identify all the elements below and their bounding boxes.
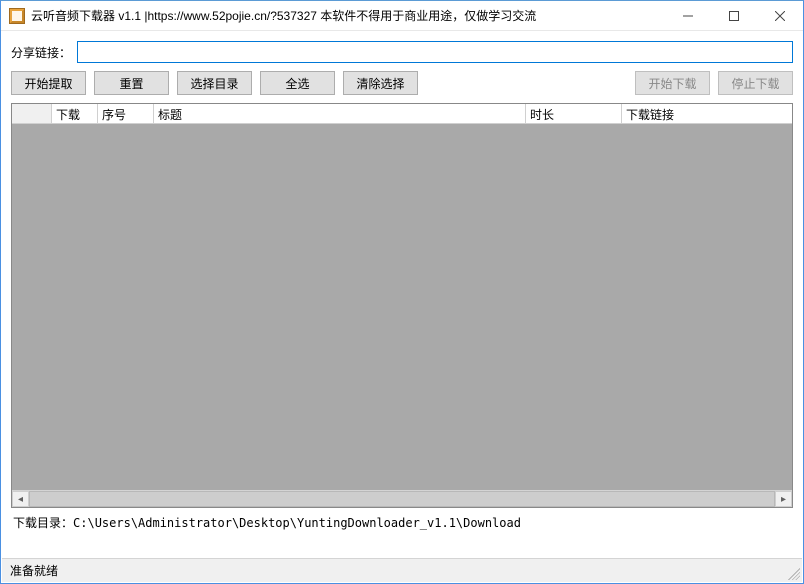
extract-button[interactable]: 开始提取 bbox=[11, 71, 86, 95]
download-path-value: C:\Users\Administrator\Desktop\YuntingDo… bbox=[73, 516, 521, 530]
toolbar: 开始提取 重置 选择目录 全选 清除选择 开始下载 停止下载 bbox=[11, 71, 793, 95]
toolbar-spacer bbox=[426, 71, 627, 95]
scroll-track[interactable] bbox=[29, 491, 775, 507]
minimize-button[interactable] bbox=[665, 1, 711, 30]
start-download-button[interactable]: 开始下载 bbox=[635, 71, 710, 95]
status-text: 准备就绪 bbox=[10, 562, 58, 579]
select-all-button[interactable]: 全选 bbox=[260, 71, 335, 95]
share-input[interactable] bbox=[77, 41, 793, 63]
col-index[interactable]: 序号 bbox=[98, 104, 154, 123]
share-row: 分享链接： bbox=[11, 41, 793, 63]
clear-selection-button[interactable]: 清除选择 bbox=[343, 71, 418, 95]
reset-button[interactable]: 重置 bbox=[94, 71, 169, 95]
col-download[interactable]: 下载 bbox=[52, 104, 98, 123]
content-area: 分享链接： 开始提取 重置 选择目录 全选 清除选择 开始下载 停止下载 下载 … bbox=[1, 31, 803, 541]
data-grid[interactable]: 下载 序号 标题 时长 下载链接 ◂ ▸ bbox=[11, 103, 793, 508]
maximize-button[interactable] bbox=[711, 1, 757, 30]
titlebar: 云听音频下载器 v1.1 |https://www.52pojie.cn/?53… bbox=[1, 1, 803, 31]
app-icon bbox=[9, 8, 25, 24]
download-path-label: 下载目录： bbox=[13, 516, 73, 530]
stop-download-button[interactable]: 停止下载 bbox=[718, 71, 793, 95]
col-duration[interactable]: 时长 bbox=[526, 104, 622, 123]
choose-dir-button[interactable]: 选择目录 bbox=[177, 71, 252, 95]
col-rowheader[interactable] bbox=[12, 104, 52, 123]
status-bar: 准备就绪 bbox=[2, 558, 802, 582]
scroll-right-button[interactable]: ▸ bbox=[775, 491, 792, 507]
window-buttons bbox=[665, 1, 803, 30]
close-button[interactable] bbox=[757, 1, 803, 30]
scroll-left-button[interactable]: ◂ bbox=[12, 491, 29, 507]
download-path-row: 下载目录：C:\Users\Administrator\Desktop\Yunt… bbox=[11, 508, 793, 541]
resize-grip-icon[interactable] bbox=[788, 568, 800, 580]
window-title: 云听音频下载器 v1.1 |https://www.52pojie.cn/?53… bbox=[31, 7, 665, 24]
grid-hscrollbar[interactable]: ◂ ▸ bbox=[12, 490, 792, 507]
grid-body bbox=[12, 124, 792, 490]
scroll-thumb[interactable] bbox=[29, 491, 775, 507]
share-label: 分享链接： bbox=[11, 44, 71, 61]
col-title[interactable]: 标题 bbox=[154, 104, 526, 123]
col-link[interactable]: 下载链接 bbox=[622, 104, 792, 123]
grid-header: 下载 序号 标题 时长 下载链接 bbox=[12, 104, 792, 124]
